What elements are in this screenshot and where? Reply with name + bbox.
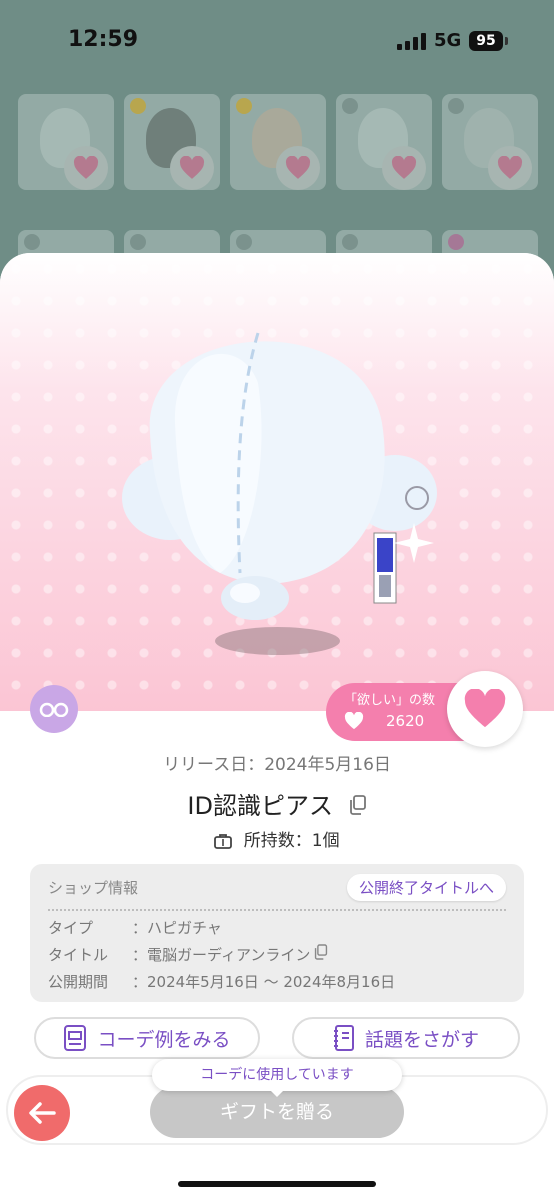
owned-count-row: 所持数：1個 [0, 826, 554, 851]
back-button[interactable] [14, 1085, 70, 1141]
heart-icon [276, 146, 320, 190]
owned-count: 所持数：1個 [243, 831, 340, 851]
bg-item-card [442, 94, 538, 190]
ended-titles-button[interactable]: 公開終了タイトルへ [346, 874, 506, 901]
coord-examples-label: コーデ例をみる [97, 1028, 231, 1051]
search-topics-button[interactable]: 話題をさがす [292, 1017, 520, 1059]
heart-icon [382, 146, 426, 190]
network-label: 5G [434, 30, 462, 51]
item-title-row: ID認識ピアス [0, 786, 554, 821]
item-title: ID認識ピアス [187, 792, 333, 820]
heart-icon [64, 146, 108, 190]
status-bar: 12:59 5G 95 [0, 0, 554, 82]
arrow-left-icon [29, 1102, 56, 1124]
battery-icon: 95 [469, 31, 503, 51]
bg-item-card [18, 94, 114, 190]
battery-cap [505, 37, 508, 45]
shop-info-row: 公開期間 ：2024年5月16日 〜 2024年8月16日 [48, 971, 506, 992]
bg-item-card [336, 94, 432, 190]
shop-info-row: タイプ ：ハピガチャ [48, 917, 506, 938]
copy-icon[interactable] [349, 793, 367, 821]
item-preview [0, 253, 554, 711]
shop-period-key: 公開期間 [48, 973, 109, 991]
shop-type-key: タイプ [48, 919, 94, 937]
heart-icon [464, 689, 506, 728]
glasses-icon [39, 702, 69, 717]
home-indicator [178, 1181, 376, 1187]
glasses-view-button[interactable] [30, 685, 78, 733]
in-use-tooltip: コーデに使用しています [152, 1059, 402, 1097]
shop-info-panel: ショップ情報 公開終了タイトルへ タイプ ：ハピガチャ タイトル ：電脳ガーディ… [30, 864, 524, 1002]
outfit-card-icon [64, 1025, 87, 1051]
heart-icon [488, 146, 532, 190]
release-date: リリース日：2024年5月16日 [163, 755, 391, 775]
shop-info-row: タイトル ：電脳ガーディアンライン [48, 944, 506, 965]
copy-icon[interactable] [314, 944, 328, 965]
coord-examples-button[interactable]: コーデ例をみる [34, 1017, 260, 1059]
shop-title-value: ：電脳ガーディアンライン [132, 946, 311, 964]
heart-icon [170, 146, 214, 190]
wish-count: 2620 [386, 712, 425, 730]
bg-item-card [230, 94, 326, 190]
wish-heart-button[interactable] [447, 671, 523, 747]
shop-title-key: タイトル [48, 946, 109, 964]
item-detail-sheet: 「欲しい」の数 2620 リリース日：2024年5月16日 ID認識ピアス 所持… [0, 253, 554, 1200]
search-topics-label: 話題をさがす [364, 1028, 479, 1051]
notebook-icon [333, 1025, 354, 1051]
bag-icon [214, 834, 233, 849]
shop-type-value: ：ハピガチャ [132, 919, 222, 937]
bg-item-card [124, 94, 220, 190]
heart-icon [344, 712, 364, 730]
shop-info-heading: ショップ情報 [48, 879, 139, 897]
shop-period-value: ：2024年5月16日 〜 2024年8月16日 [132, 973, 396, 991]
item-shadow [215, 627, 340, 655]
status-time: 12:59 [68, 27, 139, 52]
signal-icon [397, 33, 427, 50]
